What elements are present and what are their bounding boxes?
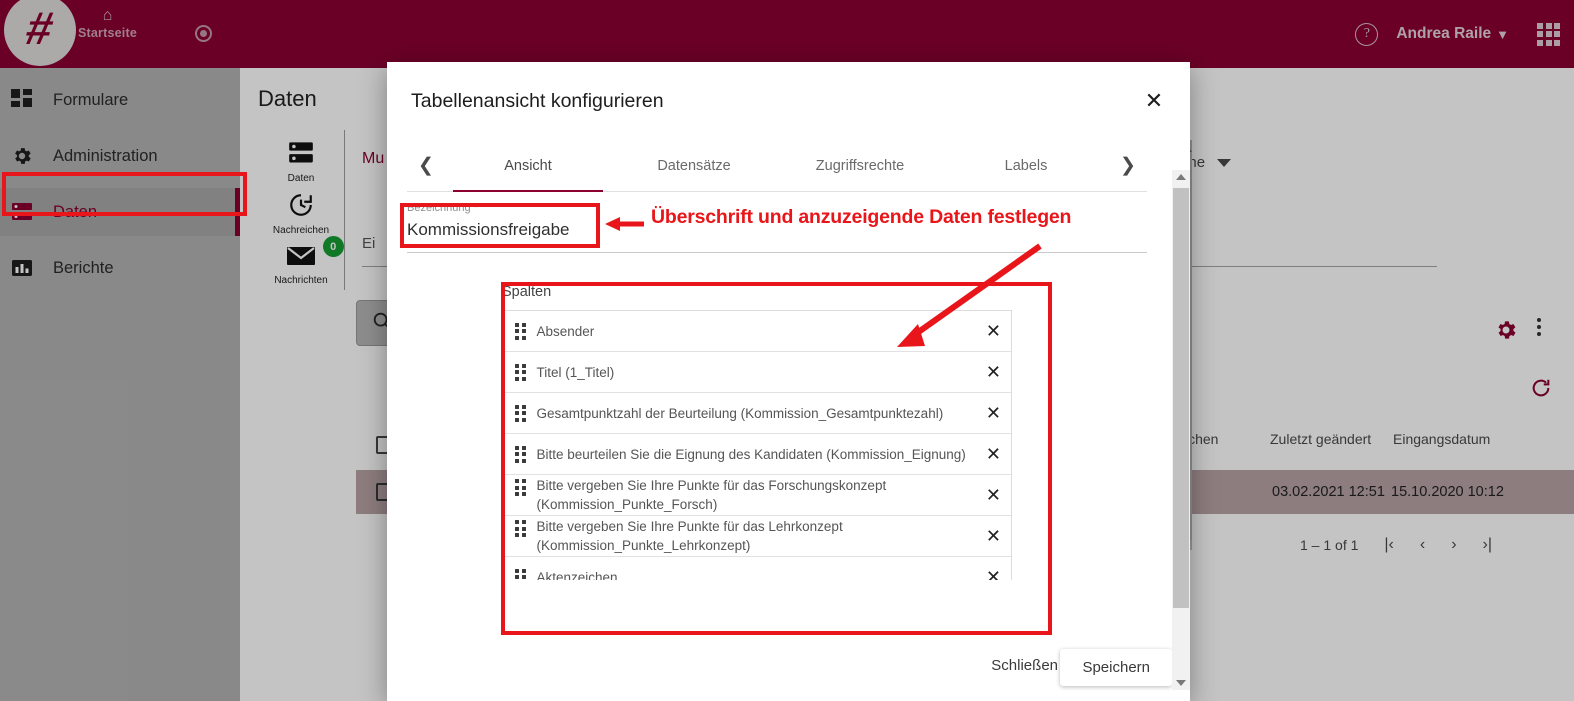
scroll-up-arrow-icon[interactable]: [1176, 174, 1186, 180]
dialog-scrollbar-thumb[interactable]: [1173, 188, 1189, 608]
chevron-right-icon[interactable]: ❯: [1109, 140, 1147, 191]
tab-zugriffsrechte[interactable]: Zugriffsrechte: [777, 140, 943, 191]
annotation-box-bezeichnung: [400, 203, 600, 248]
dialog-tabs: ❮ Ansicht Datensätze Zugriffsrechte Labe…: [407, 140, 1147, 192]
annotation-label: Überschrift und anzuzeigende Daten festl…: [651, 206, 1072, 228]
tab-labels[interactable]: Labels: [943, 140, 1109, 191]
dialog-footer: Schließen Speichern: [387, 641, 1190, 701]
close-button[interactable]: Schließen: [991, 657, 1058, 674]
tab-ansicht[interactable]: Ansicht: [445, 140, 611, 192]
tab-datensaetze[interactable]: Datensätze: [611, 140, 777, 191]
close-icon[interactable]: ✕: [1140, 87, 1168, 115]
tab-label: Zugriffsrechte: [815, 157, 905, 174]
dialog-scrollbar[interactable]: [1172, 170, 1190, 690]
screen-root: # ⌂ Startseite ? Andrea Raile ▼ Formular…: [0, 0, 1574, 701]
dialog-title: Tabellenansicht konfigurieren: [411, 90, 664, 112]
tab-label: Labels: [1004, 157, 1048, 174]
tab-label: Datensätze: [657, 157, 731, 174]
tab-label: Ansicht: [504, 157, 552, 174]
scroll-down-arrow-icon[interactable]: [1176, 680, 1186, 686]
annotation-box-sidebar-daten: [2, 172, 247, 216]
save-button[interactable]: Speichern: [1060, 649, 1172, 686]
field-underline: [407, 252, 1147, 253]
annotation-box-spalten: [501, 282, 1052, 635]
chevron-left-icon[interactable]: ❮: [407, 140, 445, 191]
